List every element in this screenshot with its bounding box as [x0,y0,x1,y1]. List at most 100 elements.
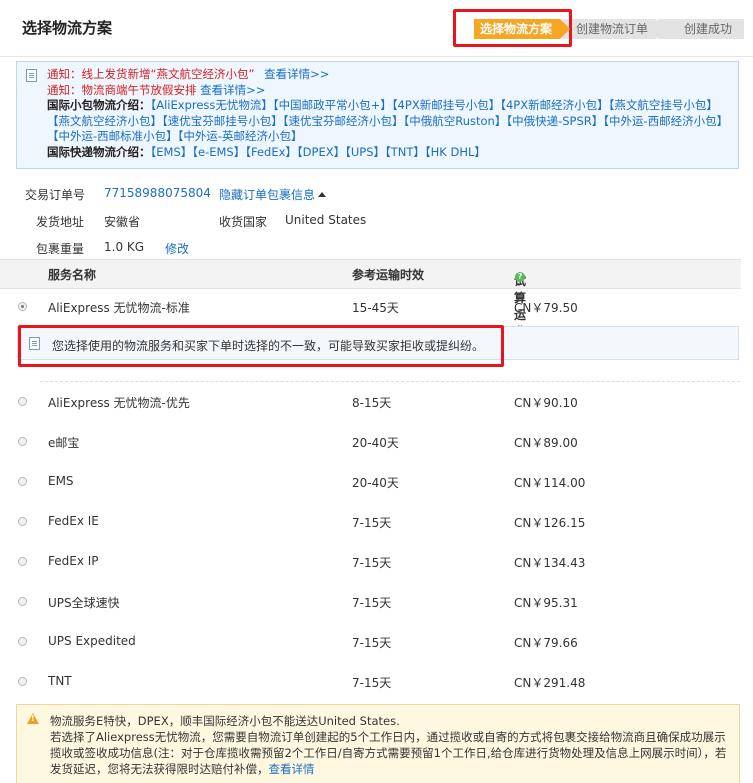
table-row[interactable]: AliExpress 无忧物流-标准 15-45天 CN￥79.50 [0,287,741,327]
table-row[interactable]: e邮宝 20-40天 CN￥89.00 [0,422,741,462]
notice-box: 通知：线上发货新增“燕文航空经济小包” 查看详情>> 通知：物流商端午节放假安排… [16,61,739,169]
logistics-link[interactable]: 【中俄快递-SPSR】 [506,114,603,128]
service-name: EMS [48,474,74,488]
mismatch-warning-text: 您选择使用的物流服务和买家下单时选择的不一致，可能导致买家拒收或提纠纷。 [52,339,485,353]
hide-order-info-link[interactable]: 隐藏订单包裹信息 [219,186,327,203]
logistics-link[interactable]: 【中国邮政平常小包+】 [273,98,392,112]
radio-icon[interactable] [18,517,27,526]
service-name: AliExpress 无忧物流-优先 [48,396,190,410]
service-name: UPS Expedited [48,634,136,648]
delivery-time: 7-15天 [352,676,392,690]
delivery-time: 20-40天 [352,436,399,450]
radio-icon[interactable] [18,302,27,311]
table-row[interactable]: FedEx IE 7-15天 CN￥126.15 [0,502,741,542]
page-title: 选择物流方案 [22,19,113,37]
logistics-link[interactable]: 【速优宝芬邮挂号小包】 [162,114,283,128]
express-link[interactable]: 【UPS】 [345,145,385,159]
radio-icon[interactable] [18,397,27,406]
radio-icon[interactable] [18,637,27,646]
express-link[interactable]: 【DPEX】 [297,145,345,159]
notice-detail-link-2[interactable]: 查看详情>> [200,83,265,97]
document-icon [26,69,37,82]
delivery-time: 7-15天 [352,556,392,570]
notice-text-2: 若选择了Aliexpress无忧物流，您需要自物流订单创建起的5个工作日内，通过… [50,730,727,776]
edit-weight-link[interactable]: 修改 [165,240,189,257]
radio-icon[interactable] [18,557,27,566]
notice-line-2: 通知：物流商端午节放假安排 查看详情>> [47,82,266,97]
table-row[interactable]: TNT 7-15天 CN￥291.48 [0,662,741,702]
ship-from-value: 安徽省 [104,215,141,229]
logistics-link[interactable]: 【AliExpress无忧物流】 [151,98,273,112]
service-name: e邮宝 [48,436,80,450]
service-name: UPS全球速快 [48,596,120,610]
question-icon[interactable]: ? [515,272,525,282]
table-row[interactable]: UPS Expedited 7-15天 CN￥79.66 [0,622,741,662]
col-service-name: 服务名称 [48,268,97,282]
order-no-label: 交易订单号 [25,188,86,202]
notice-detail-link-1[interactable]: 查看详情>> [264,67,329,81]
freight-price: CN￥90.10 [514,396,578,410]
radio-icon[interactable] [18,477,27,486]
step-select-plan: 选择物流方案 [474,19,571,39]
step-success: 创建成功 [658,19,745,39]
caret-up-icon [318,192,327,197]
table-header: 服务名称 参考运输时效 试算运费? [0,259,741,339]
dest-country-label: 收货国家 [219,215,268,229]
express-link[interactable]: 【HK DHL】 [425,145,486,159]
col-delivery-time: 参考运输时效 [352,268,425,282]
page-header: 选择物流方案 选择物流方案 创建物流订单 创建成功 [0,0,753,57]
progress-steps: 选择物流方案 创建物流订单 创建成功 [474,19,746,39]
dest-country-value: United States [285,213,367,227]
express-link[interactable]: 【TNT】 [385,145,425,159]
table-row[interactable]: AliExpress 无忧物流-优先 8-15天 CN￥90.10 [0,382,741,422]
logistics-link[interactable]: 【4PX新邮经济小包】 [500,98,608,112]
weight-label: 包裹重量 [36,242,85,256]
service-name: FedEx IE [48,514,99,528]
notice-text-1: 物流服务E特快，DPEX，顺丰国际经济小包不能送达United States. [50,714,400,728]
intl-small-links: 国际小包物流介绍：【AliExpress无忧物流】【中国邮政平常小包+】【4PX… [47,98,729,143]
freight-price: CN￥89.00 [514,436,578,450]
step-create-order: 创建物流订单 [562,19,667,39]
notice-body: 通知：线上发货新增“燕文航空经济小包” 查看详情>> 通知：物流商端午节放假安排… [47,67,730,160]
delivery-time: 7-15天 [352,596,392,610]
freight-price: CN￥95.31 [514,596,578,610]
service-name: TNT [48,674,72,688]
ship-from-label: 发货地址 [36,215,85,229]
freight-price: CN￥126.15 [514,516,586,530]
express-link[interactable]: 【EMS】 [151,145,193,159]
freight-price: CN￥134.43 [514,556,586,570]
delivery-time: 8-15天 [352,396,392,410]
logistics-link[interactable]: 【中外运-西邮标准小包】 [47,129,178,143]
logistics-link[interactable]: 【中俄航空Ruston】 [404,114,507,128]
delivery-time: 7-15天 [352,636,392,650]
mismatch-warning: 您选择使用的物流服务和买家下单时选择的不一致，可能导致买家拒收或提纠纷。 [17,326,739,360]
view-detail-link[interactable]: 查看详情 [269,762,315,776]
logistics-link[interactable]: 【燕文航空经济小包】 [47,114,162,128]
table-row[interactable]: EMS 20-40天 CN￥114.00 [0,462,741,502]
delivery-time: 7-15天 [352,516,392,530]
logistics-link[interactable]: 【4PX新邮挂号小包】 [392,98,500,112]
radio-icon[interactable] [18,437,27,446]
logistics-link[interactable]: 【中外运-英邮经济小包】 [178,129,303,143]
express-links: 国际快递物流介绍：【EMS】【e-EMS】【FedEx】【DPEX】【UPS】【… [47,144,486,159]
notice-line-1: 通知：线上发货新增“燕文航空经济小包” 查看详情>> [47,67,330,81]
table-row[interactable]: UPS全球速快 7-15天 CN￥95.31 [0,582,741,622]
freight-price: CN￥114.00 [514,476,586,490]
freight-price: CN￥79.66 [514,636,578,650]
radio-icon[interactable] [18,677,27,686]
freight-price: CN￥291.48 [514,676,586,690]
weight-value: 1.0 KG [104,240,145,254]
express-link[interactable]: 【FedEx】 [245,145,297,159]
express-link[interactable]: 【e-EMS】 [192,145,245,159]
delivery-time: 20-40天 [352,476,399,490]
logistics-link[interactable]: 【燕文航空挂号小包】 [609,98,718,112]
service-name: FedEx IP [48,554,99,568]
logistics-link[interactable]: 【速优宝芬邮经济小包】 [283,114,404,128]
warning-icon [27,713,39,724]
radio-icon[interactable] [18,597,27,606]
document-icon [29,337,40,350]
delivery-notice: 物流服务E特快，DPEX，顺丰国际经济小包不能送达United States. … [16,704,740,783]
order-no-link[interactable]: 77158988075804 [104,186,211,200]
logistics-link[interactable]: 【中外运-西邮经济小包】 [603,114,728,128]
table-row[interactable]: FedEx IP 7-15天 CN￥134.43 [0,542,741,582]
